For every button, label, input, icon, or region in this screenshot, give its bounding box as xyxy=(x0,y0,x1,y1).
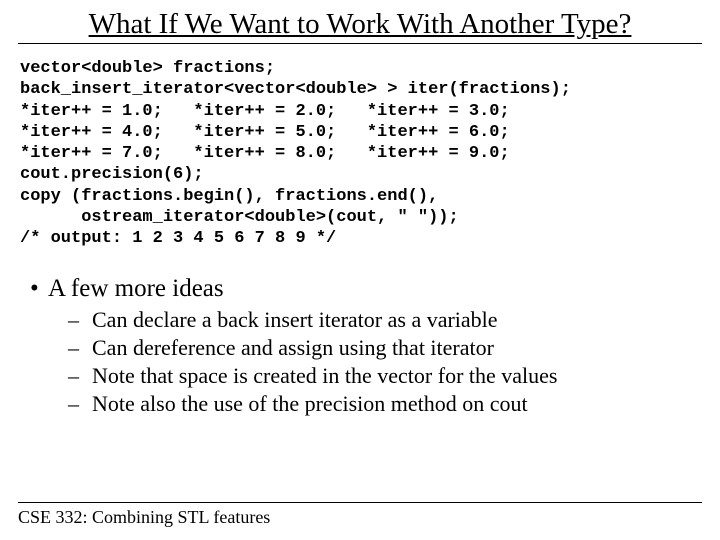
bullet-list: •A few more ideas –Can declare a back in… xyxy=(30,275,702,417)
slide-title: What If We Want to Work With Another Typ… xyxy=(18,8,702,44)
bullet-dash-icon: – xyxy=(68,335,92,361)
bullet-level1: •A few more ideas xyxy=(30,275,702,303)
bullet-level2: –Can declare a back insert iterator as a… xyxy=(68,307,702,333)
bullet-text: A few more ideas xyxy=(48,275,224,302)
subbullet-text: Can dereference and assign using that it… xyxy=(92,335,494,360)
bullet-level2: –Can dereference and assign using that i… xyxy=(68,335,702,361)
bullet-dash-icon: – xyxy=(68,307,92,333)
bullet-dash-icon: – xyxy=(68,363,92,389)
bullet-level2: –Note that space is created in the vecto… xyxy=(68,363,702,389)
subbullet-text: Note also the use of the precision metho… xyxy=(92,391,528,416)
subbullet-text: Can declare a back insert iterator as a … xyxy=(92,307,498,332)
bullet-dot-icon: • xyxy=(30,275,48,303)
code-block: vector<double> fractions; back_insert_it… xyxy=(20,58,702,249)
bullet-dash-icon: – xyxy=(68,391,92,417)
subbullet-text: Note that space is created in the vector… xyxy=(92,363,557,388)
slide-footer: CSE 332: Combining STL features xyxy=(18,502,702,528)
bullet-level2: –Note also the use of the precision meth… xyxy=(68,391,702,417)
